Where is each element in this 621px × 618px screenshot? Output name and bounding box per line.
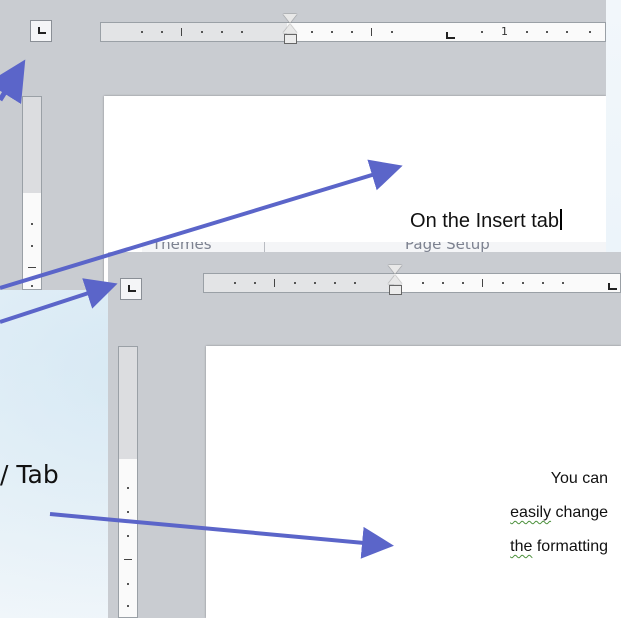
arrow-to-top-document bbox=[0, 159, 403, 290]
annotation-arrows bbox=[0, 59, 403, 559]
arrow-to-bottom-document bbox=[49, 512, 394, 559]
arrow-to-bottom-tab-selector bbox=[0, 278, 118, 324]
arrow-to-top-tab-selector bbox=[0, 59, 26, 105]
